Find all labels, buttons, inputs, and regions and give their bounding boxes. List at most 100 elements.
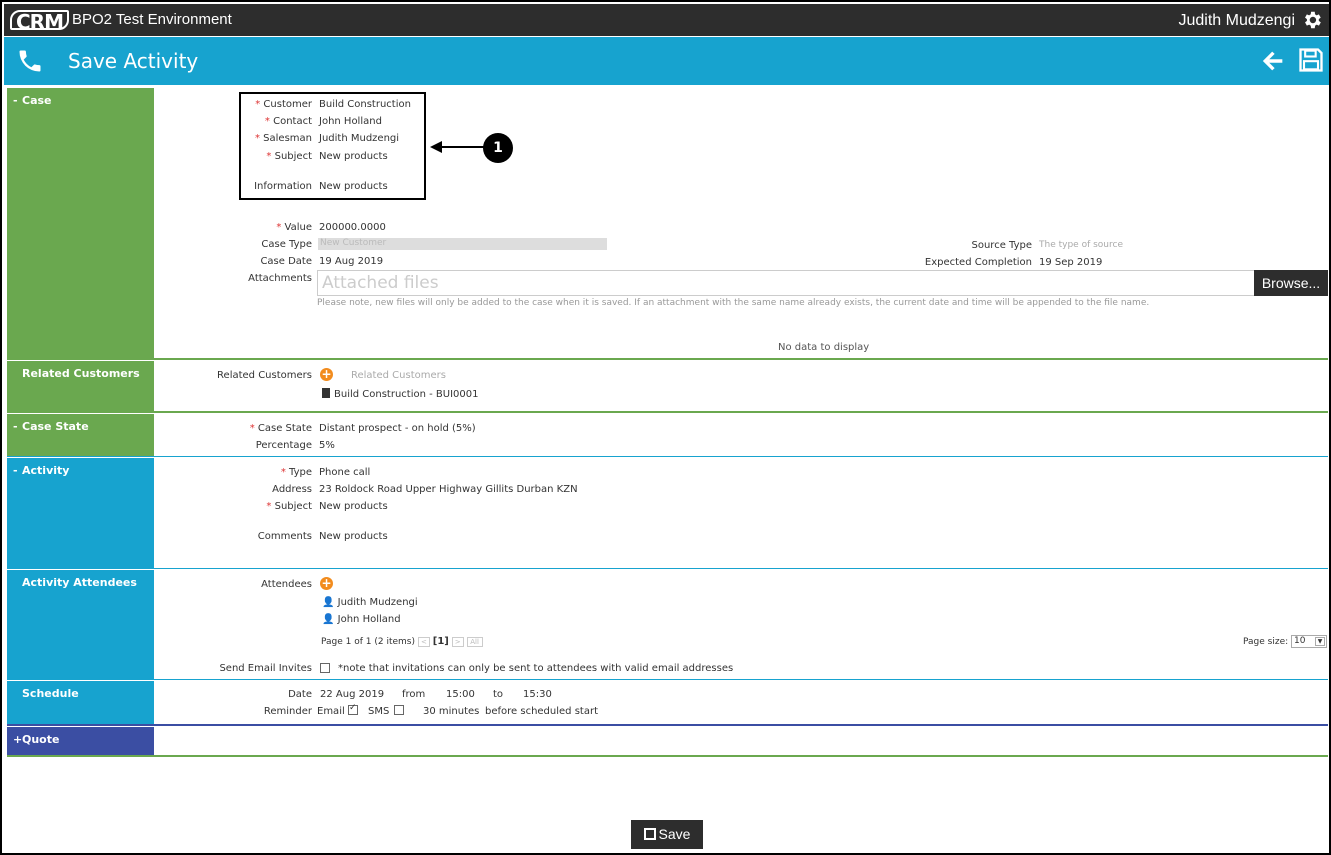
- person-icon: 👤: [322, 614, 335, 625]
- customer-label: * Customer: [255, 99, 312, 110]
- information-label: Information: [254, 181, 312, 192]
- case-date-value[interactable]: 19 Aug 2019: [319, 256, 383, 267]
- activity-subject-value[interactable]: New products: [319, 501, 388, 512]
- callout-number: 1: [483, 133, 513, 163]
- pager: Page 1 of 1 (2 items) < [1] > All: [321, 636, 483, 647]
- case-date-label: Case Date: [260, 256, 312, 267]
- schedule-header[interactable]: Schedule: [7, 681, 154, 724]
- case-state-label: * Case State: [249, 423, 312, 434]
- person-icon: 👤: [322, 597, 335, 608]
- related-customers-header[interactable]: Related Customers: [7, 361, 154, 411]
- salesman-label: * Salesman: [254, 133, 312, 144]
- email-reminder-label: Email: [317, 706, 345, 717]
- case-state-title: Case State: [22, 420, 89, 433]
- app-frame: CRM BPO2 Test Environment Judith Mudzeng…: [0, 0, 1331, 855]
- from-time-value[interactable]: 15:00: [446, 689, 475, 700]
- save-button-label: Save: [658, 826, 691, 842]
- case-type-label: Case Type: [261, 239, 312, 250]
- case-type-field[interactable]: New Customer: [318, 238, 607, 250]
- environment-title: BPO2 Test Environment: [72, 11, 232, 28]
- percentage-label: Percentage: [255, 440, 312, 451]
- attendee-name[interactable]: Judith Mudzengi: [338, 597, 418, 608]
- case-subject-label: * Subject: [266, 151, 312, 162]
- floppy-disk-icon: [643, 828, 656, 840]
- activity-type-value[interactable]: Phone call: [319, 467, 370, 478]
- quote-header[interactable]: +Quote: [7, 727, 154, 755]
- expected-completion-label: Expected Completion: [924, 257, 1032, 268]
- save-button[interactable]: Save: [631, 820, 703, 849]
- browse-button[interactable]: Browse...: [1254, 270, 1328, 296]
- crm-logo: CRM: [10, 10, 69, 32]
- value-value[interactable]: 200000.0000: [319, 222, 386, 233]
- from-label: from: [402, 689, 426, 700]
- value-label: * Value: [276, 222, 312, 233]
- activity-title: Activity: [22, 464, 70, 477]
- to-time-value[interactable]: 15:30: [523, 689, 552, 700]
- source-type-field[interactable]: The type of source: [1039, 240, 1123, 250]
- attachments-input[interactable]: Attached files: [317, 270, 1255, 296]
- page-size-label: Page size:: [1243, 637, 1289, 647]
- schedule-date-value[interactable]: 22 Aug 2019: [320, 689, 384, 700]
- related-customer-item[interactable]: Build Construction - BUI0001: [322, 388, 479, 400]
- source-type-label: Source Type: [971, 240, 1033, 251]
- comments-value[interactable]: New products: [319, 531, 388, 542]
- building-icon: [322, 388, 330, 398]
- customer-value[interactable]: Build Construction: [319, 99, 411, 110]
- attachments-label: Attachments: [248, 273, 312, 284]
- page-size-value: 10: [1294, 636, 1306, 646]
- case-section-title: Case: [22, 94, 52, 107]
- phone-icon: [19, 50, 41, 72]
- pager-prev-button[interactable]: <: [417, 636, 430, 647]
- pager-next-button[interactable]: >: [451, 636, 464, 647]
- schedule-date-label: Date: [288, 689, 312, 700]
- attendee-item[interactable]: 👤 John Holland: [322, 614, 401, 625]
- add-attendee-icon[interactable]: +: [320, 577, 333, 590]
- address-label: Address: [272, 484, 312, 495]
- salesman-value[interactable]: Judith Mudzengi: [319, 133, 399, 144]
- related-customers-label: Related Customers: [217, 370, 312, 381]
- chevron-down-icon[interactable]: ▼: [1315, 637, 1326, 646]
- percentage-value: 5%: [319, 440, 335, 451]
- sms-reminder-label: SMS: [368, 706, 390, 717]
- title-bar: Save Activity: [4, 37, 1329, 85]
- back-arrow-icon[interactable]: [1259, 47, 1287, 75]
- page-size-select[interactable]: 10 ▼: [1291, 635, 1328, 648]
- send-email-checkbox[interactable]: [320, 663, 330, 673]
- gear-icon[interactable]: [1301, 9, 1323, 31]
- page-title: Save Activity: [68, 49, 199, 73]
- attachment-note: Please note, new files will only be adde…: [317, 298, 1150, 308]
- contact-value[interactable]: John Holland: [319, 116, 382, 127]
- comments-label: Comments: [257, 531, 312, 542]
- add-related-customer-icon[interactable]: +: [320, 368, 333, 381]
- quote-title: Quote: [22, 733, 60, 746]
- save-icon[interactable]: [1297, 46, 1325, 74]
- attendees-label: Attendees: [261, 579, 312, 590]
- attendee-item[interactable]: 👤 Judith Mudzengi: [322, 597, 418, 608]
- schedule-section: Schedule: [7, 681, 1328, 726]
- expected-completion-value[interactable]: 19 Sep 2019: [1039, 257, 1102, 268]
- reminder-label: Reminder: [263, 706, 312, 717]
- callout-arrow: [430, 141, 442, 153]
- case-state-value[interactable]: Distant prospect - on hold (5%): [319, 423, 476, 434]
- activity-type-label: * Type: [280, 467, 312, 478]
- page-size: Page size: 10 ▼: [1243, 635, 1328, 648]
- to-label: to: [493, 689, 504, 700]
- case-subject-value[interactable]: New products: [319, 151, 388, 162]
- sms-reminder-checkbox[interactable]: [394, 705, 404, 715]
- related-customers-placeholder[interactable]: Related Customers: [351, 370, 446, 381]
- contact-label: * Contact: [264, 116, 312, 127]
- reminder-minutes-value[interactable]: 30 minutes: [423, 706, 479, 717]
- email-reminder-checkbox[interactable]: [348, 703, 358, 715]
- attendee-name[interactable]: John Holland: [338, 614, 401, 625]
- pager-all-button[interactable]: All: [466, 636, 483, 647]
- activity-subject-label: * Subject: [266, 501, 312, 512]
- related-customer-name[interactable]: Build Construction - BUI0001: [334, 389, 479, 400]
- schedule-title: Schedule: [22, 687, 79, 700]
- user-name[interactable]: Judith Mudzengi: [1178, 12, 1295, 30]
- address-value[interactable]: 23 Roldock Road Upper Highway Gillits Du…: [319, 484, 578, 495]
- top-bar: CRM BPO2 Test Environment Judith Mudzeng…: [4, 4, 1329, 36]
- related-customers-section: Related Customers: [7, 361, 1328, 413]
- pager-current-page[interactable]: [1]: [433, 636, 449, 647]
- send-email-label: Send Email Invites: [219, 663, 312, 674]
- information-value[interactable]: New products: [319, 181, 388, 192]
